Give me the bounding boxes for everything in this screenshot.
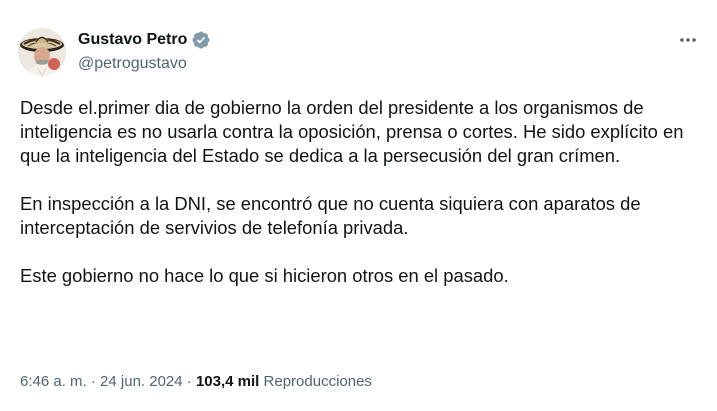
tweet-meta: 6:46 a. m. · 24 jun. 2024 · 103,4 mil Re… xyxy=(20,372,372,392)
more-options-button[interactable] xyxy=(677,30,699,50)
meta-separator: · xyxy=(186,373,192,390)
tweet-text: Desde el.primer dia de gobierno la orden… xyxy=(20,96,700,288)
views-count: 103,4 mil xyxy=(195,373,260,390)
author-name-row: Gustavo Petro xyxy=(78,30,211,50)
tweet-date[interactable]: 24 jun. 2024 xyxy=(100,373,183,390)
author-handle[interactable]: @petrogustavo xyxy=(78,54,187,74)
meta-separator: · xyxy=(90,373,96,390)
views-label: Reproducciones xyxy=(263,373,372,390)
verified-badge-icon xyxy=(191,30,211,50)
tweet-paragraph: Este gobierno no hace lo que si hicieron… xyxy=(20,265,509,286)
avatar[interactable] xyxy=(18,28,66,76)
tweet-paragraph: En inspección a la DNI, se encontró que … xyxy=(20,193,641,238)
more-horizontal-icon xyxy=(680,38,696,42)
tweet-card: Gustavo Petro @petrogustavo Desde el.pri… xyxy=(0,0,717,411)
author-display-name[interactable]: Gustavo Petro xyxy=(78,30,187,50)
avatar-image xyxy=(18,28,66,76)
tweet-paragraph: Desde el.primer dia de gobierno la orden… xyxy=(20,97,684,166)
tweet-timestamp[interactable]: 6:46 a. m. xyxy=(20,373,87,390)
